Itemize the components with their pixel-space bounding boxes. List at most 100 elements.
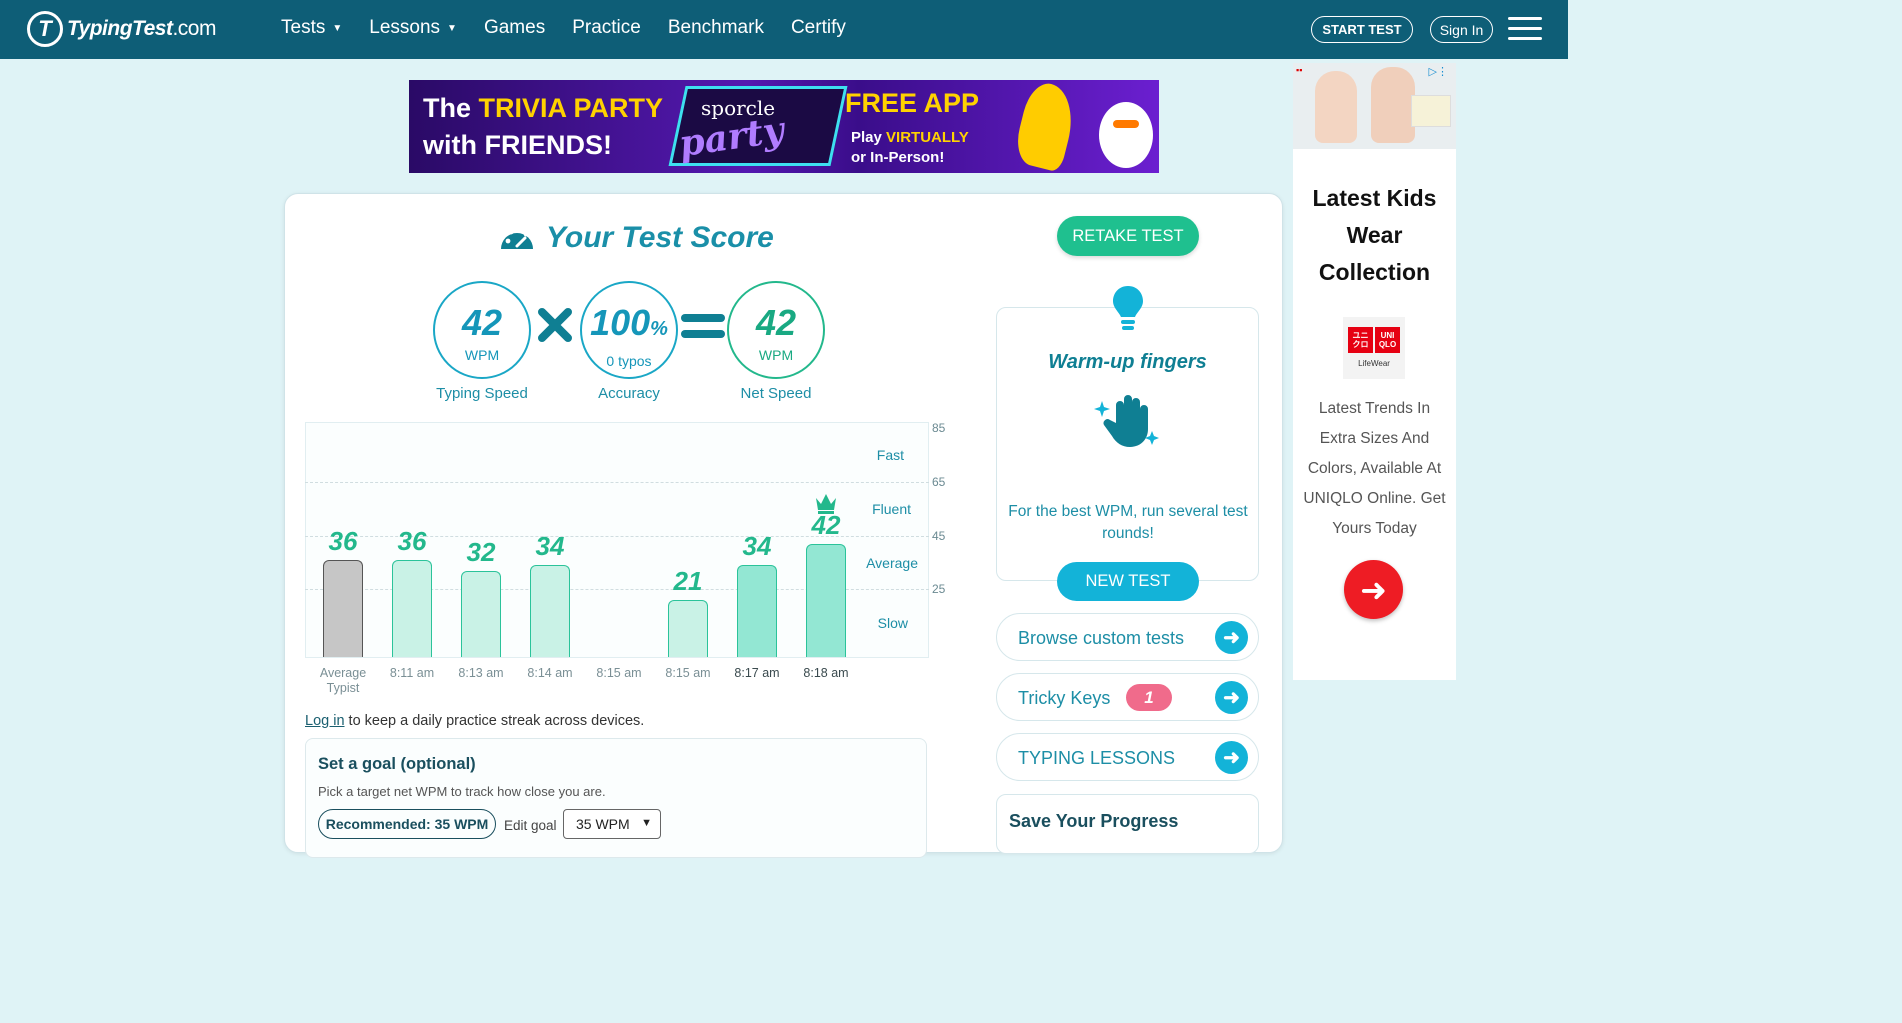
ad-body: Latest Trends In Extra Sizes And Colors,… — [1303, 400, 1446, 537]
x-axis-label: 8:11 am — [389, 666, 435, 680]
top-navbar: T TypingTest.com Tests ▼ Lessons ▼ Games P… — [0, 0, 1568, 59]
warmup-title: Warm-up fingers — [1048, 351, 1207, 373]
y-tick-label: 45 — [932, 529, 946, 543]
nav-certify[interactable]: Certify — [791, 17, 846, 39]
nav-benchmark[interactable]: Benchmark — [668, 17, 764, 39]
arrow-right-icon: ➜ — [1215, 621, 1248, 654]
goal-subtitle: Pick a target net WPM to track how close… — [318, 784, 606, 799]
x-axis-label: 8:15 am — [596, 666, 642, 680]
uniqlo-logo: ユニ クロ UNI QLO LifeWear — [1343, 317, 1405, 379]
new-test-button[interactable]: NEW TEST — [1057, 562, 1199, 601]
x-axis-label: 8:13 am — [458, 666, 504, 680]
x-axis-label: 8:15 am — [665, 666, 711, 680]
equals-icon — [681, 314, 725, 338]
ad-text: or In-Person! — [851, 149, 945, 166]
bar-value-label: 32 — [466, 536, 496, 567]
typo-count: 0 typos — [606, 353, 652, 369]
nav-links: Tests ▼ Lessons ▼ Games Practice Benchmark… — [281, 17, 873, 39]
sign-in-button[interactable]: Sign In — [1430, 16, 1493, 43]
banner-ad[interactable]: The TRIVIA PARTY with FRIENDS! sporcle p… — [409, 80, 1159, 173]
goal-select-value: 35 WPM — [576, 816, 630, 832]
net-speed-unit: WPM — [758, 347, 794, 363]
ad-free-app: FREE APP — [845, 88, 980, 118]
save-progress-panel: Save Your Progress — [996, 794, 1259, 854]
logo-box-text: UNI QLO — [1375, 327, 1400, 353]
score-title: Your Test Score — [498, 219, 774, 257]
arrow-right-icon: ➜ — [1215, 681, 1248, 714]
tricky-keys-link[interactable]: Tricky Keys 1 ➜ — [996, 673, 1259, 721]
bar-value-label: 34 — [742, 531, 772, 562]
ad-photo: ▪▪ ▷⋮ — [1293, 63, 1456, 149]
ad-text: with FRIENDS! — [423, 130, 612, 160]
typing-speed-circle: 42 WPM — [433, 281, 531, 379]
logo-domain: .com — [172, 17, 216, 40]
chevron-down-icon: ▼ — [641, 817, 652, 829]
wpm-bar — [806, 543, 846, 657]
nav-practice[interactable]: Practice — [572, 17, 641, 39]
nav-tests[interactable]: Tests ▼ — [281, 17, 342, 39]
wpm-bar — [737, 565, 777, 657]
bar-value-label: 36 — [397, 526, 427, 556]
wpm-bar — [530, 565, 570, 657]
warmup-text: For the best WPM, run several test round… — [1008, 503, 1248, 542]
wpm-bar — [461, 570, 501, 657]
goal-panel: Set a goal (optional) Pick a target net … — [305, 738, 927, 858]
ad-text: VIRTUALLY — [886, 129, 969, 146]
bar-value-label: 34 — [535, 531, 565, 562]
side-ad[interactable]: ▪▪ ▷⋮ Latest Kids Wear Collection ユニ クロ … — [1293, 63, 1456, 680]
ad-choices-icon[interactable]: ▷⋮ — [1429, 65, 1448, 78]
recommended-goal-button[interactable]: Recommended: 35 WPM — [318, 809, 496, 839]
wpm-bar — [668, 600, 708, 657]
x-axis-label: Average Typist — [319, 666, 367, 695]
band-label-average: Average — [866, 555, 918, 571]
grid-line — [305, 482, 929, 483]
bar-value-label: 36 — [328, 526, 358, 556]
typing-speed-value: 42 — [461, 302, 503, 343]
band-label-slow: Slow — [877, 615, 908, 631]
bar-value-label: 21 — [673, 566, 703, 597]
login-link[interactable]: Log in — [305, 713, 345, 729]
nav-games[interactable]: Games — [484, 17, 545, 39]
net-speed-label: Net Speed — [740, 385, 812, 402]
typing-speed-label: Typing Speed — [436, 385, 528, 402]
goal-title: Set a goal (optional) — [318, 755, 476, 773]
accuracy-unit: % — [650, 318, 668, 340]
ad-brand-mini-logo: ▪▪ — [1296, 65, 1303, 75]
accuracy-label: Accuracy — [598, 385, 660, 402]
nav-lessons[interactable]: Lessons ▼ — [369, 17, 457, 39]
net-speed-value: 42 — [755, 302, 797, 343]
accuracy-value: 100 — [590, 302, 651, 343]
caret-down-icon: ▼ — [447, 22, 457, 34]
logo-name: TypingTest — [67, 17, 173, 40]
goal-select[interactable]: 35 WPM ▼ — [563, 809, 661, 839]
lifewear-text: LifeWear — [1358, 359, 1390, 368]
edit-goal-label: Edit goal — [504, 818, 557, 833]
y-tick-label: 85 — [932, 421, 946, 435]
tricky-keys-count-badge: 1 — [1126, 684, 1172, 711]
arrow-right-icon[interactable]: ➜ — [1344, 560, 1403, 619]
ad-text: Play — [851, 129, 887, 146]
typing-lessons-link[interactable]: TYPING LESSONS ➜ — [996, 733, 1259, 781]
arrow-right-icon: ➜ — [1215, 741, 1248, 774]
browse-custom-tests-link[interactable]: Browse custom tests ➜ — [996, 613, 1259, 661]
typing-speed-unit: WPM — [464, 347, 500, 363]
ad-text: TRIVIA PARTY — [478, 93, 664, 123]
sparkle-hand-icon — [1094, 395, 1159, 447]
retake-test-button[interactable]: RETAKE TEST — [1057, 216, 1199, 256]
x-axis-label: 8:14 am — [527, 666, 573, 680]
speedometer-icon — [501, 226, 533, 249]
x-axis-label: 8:17 am — [734, 666, 780, 680]
ad-bunny-illustration — [1099, 102, 1153, 168]
ad-mascot-illustration — [1011, 80, 1081, 173]
accuracy-circle: 100% 0 typos — [580, 281, 678, 379]
wpm-bar — [392, 560, 432, 657]
band-label-fast: Fast — [876, 447, 904, 463]
start-test-button[interactable]: START TEST — [1311, 16, 1413, 43]
bar-value-label: 42 — [811, 509, 841, 540]
login-prompt: Log in to keep a daily practice streak a… — [305, 713, 644, 729]
ad-text: The — [423, 93, 479, 123]
hamburger-menu-icon[interactable] — [1508, 17, 1542, 41]
caret-down-icon: ▼ — [332, 22, 343, 34]
logo-t-icon: T — [27, 11, 63, 47]
site-logo[interactable]: T TypingTest.com — [27, 11, 216, 47]
